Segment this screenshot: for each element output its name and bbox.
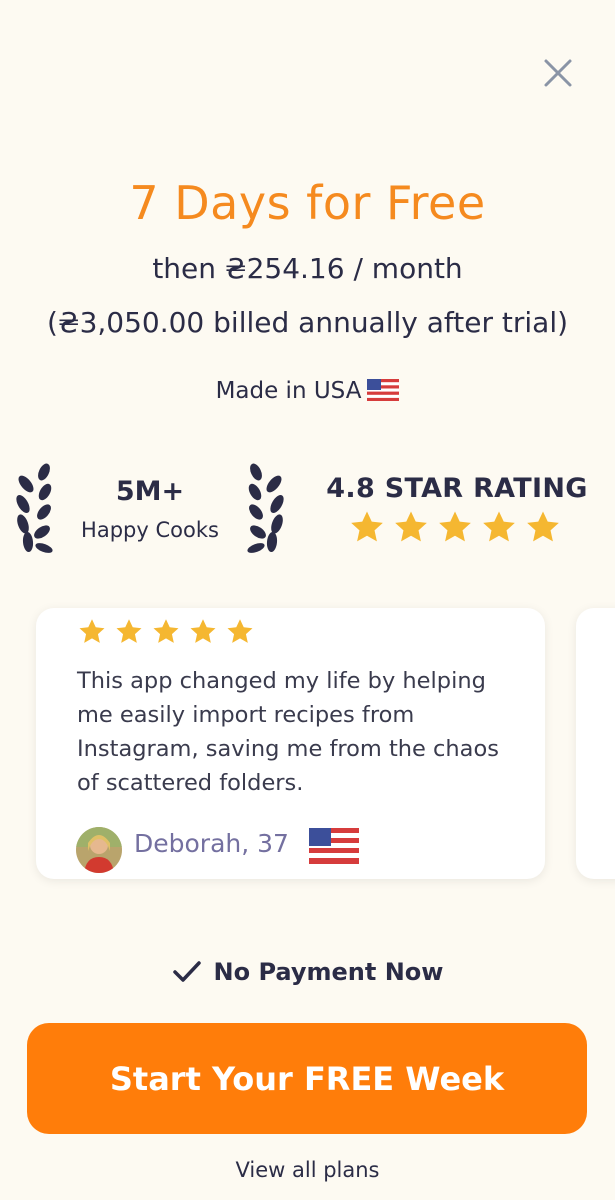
reviewer-name: Deborah, 37 [134, 829, 289, 858]
star-icon [79, 619, 105, 643]
made-in-usa: Made in USA [0, 378, 615, 407]
rating-stars [349, 510, 561, 544]
star-icon [395, 511, 427, 542]
star-icon [527, 511, 559, 542]
laurel-left-icon [14, 462, 58, 560]
star-icon [227, 619, 253, 643]
us-flag-icon [367, 379, 400, 407]
no-payment-label: No Payment Now [213, 958, 444, 986]
next-testimonial-card[interactable] [576, 608, 615, 879]
billing-line: (₴3,050.00 billed annually after trial) [46, 306, 569, 339]
users-label: Happy Cooks [81, 518, 219, 542]
star-icon [116, 619, 142, 643]
testimonial-card[interactable]: This app changed my life by helping me e… [36, 608, 545, 879]
star-icon [439, 511, 471, 542]
star-icon [351, 511, 383, 542]
close-icon [544, 59, 572, 87]
rating-title: 4.8 STAR RATING [326, 473, 588, 504]
avatar [76, 827, 122, 873]
close-button[interactable] [540, 55, 576, 91]
price-line: then ₴254.16 / month [152, 252, 463, 285]
star-icon [190, 619, 216, 643]
laurel-right-icon [242, 462, 286, 560]
star-icon [483, 511, 515, 542]
testimonial-stars [78, 618, 254, 645]
users-count: 5M+ [115, 476, 185, 507]
testimonial-text: This app changed my life by helping me e… [77, 668, 499, 796]
us-flag-icon [309, 828, 359, 868]
star-icon [153, 619, 179, 643]
made-in-label: Made in USA [215, 378, 362, 404]
offer-headline: 7 Days for Free [129, 176, 486, 230]
no-payment-note: No Payment Now [0, 958, 615, 986]
start-free-week-button[interactable]: Start Your FREE Week [27, 1023, 587, 1134]
checkmark-icon [172, 961, 201, 982]
view-all-plans-link[interactable]: View all plans [0, 1158, 615, 1182]
